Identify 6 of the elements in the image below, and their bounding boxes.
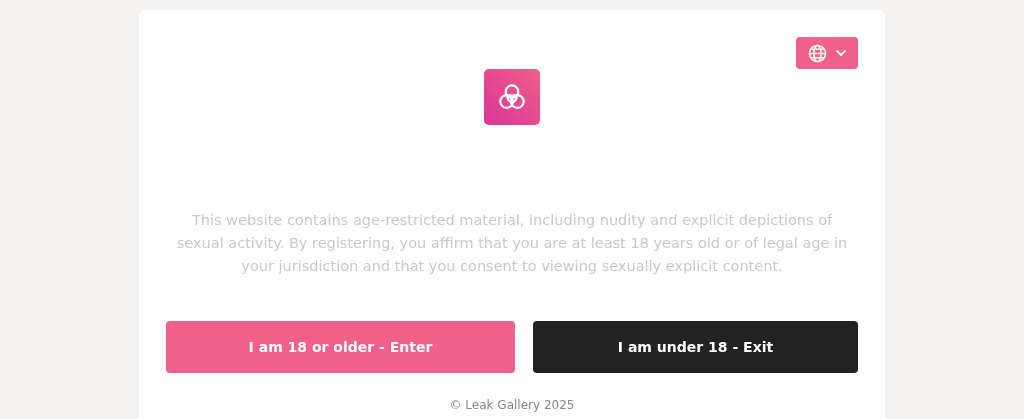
exit-button[interactable]: I am under 18 - Exit [533, 321, 858, 373]
language-button[interactable] [796, 37, 858, 69]
caret-icon [836, 50, 846, 56]
logo-icon [484, 69, 540, 125]
copyright-text: © Leak Gallery 2025 [449, 398, 575, 412]
globe-icon [808, 43, 827, 63]
